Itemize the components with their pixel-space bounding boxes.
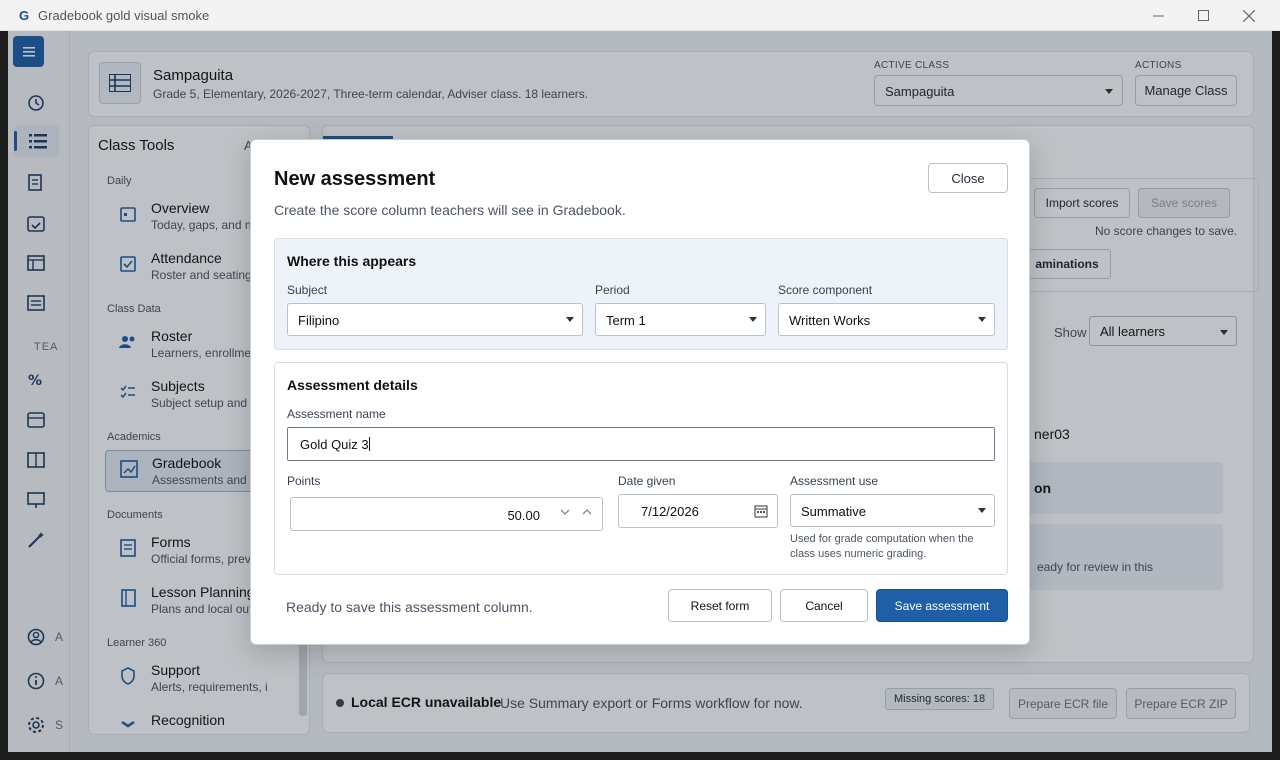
points-stepper[interactable]: 50.00 (290, 497, 603, 531)
close-button[interactable]: Close (928, 163, 1008, 193)
maximize-icon[interactable] (1180, 0, 1226, 31)
where-heading: Where this appears (287, 253, 417, 269)
close-window-icon[interactable] (1226, 0, 1272, 31)
minimize-icon[interactable] (1135, 0, 1181, 31)
assessment-use-select[interactable]: Summative (790, 494, 995, 527)
chevron-up-icon[interactable] (582, 507, 592, 517)
calendar-icon[interactable] (754, 504, 768, 518)
where-panel: Where this appears Subject Filipino Peri… (274, 238, 1008, 350)
dialog-title: New assessment (274, 168, 436, 190)
period-value: Term 1 (606, 313, 646, 328)
period-select[interactable]: Term 1 (595, 303, 766, 336)
assessment-use-label: Assessment use (790, 474, 879, 488)
score-component-value: Written Works (789, 313, 871, 328)
assessment-name-label: Assessment name (287, 407, 386, 421)
new-assessment-dialog: New assessment Create the score column t… (250, 139, 1030, 645)
dialog-description: Create the score column teachers will se… (274, 202, 626, 218)
chevron-down-icon (749, 317, 757, 322)
app-icon: G (18, 7, 30, 23)
save-assessment-button[interactable]: Save assessment (876, 589, 1008, 622)
assessment-name-input[interactable]: Gold Quiz 3 (287, 427, 995, 461)
date-given-label: Date given (618, 474, 676, 488)
date-given-picker[interactable]: 7/12/2026 (618, 494, 778, 528)
subject-select[interactable]: Filipino (287, 303, 583, 336)
chevron-down-icon (978, 317, 986, 322)
reset-form-button[interactable]: Reset form (668, 589, 772, 622)
assessment-name-value: Gold Quiz 3 (300, 437, 369, 452)
dialog-status: Ready to save this assessment column. (286, 599, 533, 615)
chevron-down-icon (978, 508, 986, 513)
details-panel: Assessment details Assessment name Gold … (274, 362, 1008, 575)
assessment-use-help: Used for grade computation when the clas… (790, 533, 974, 560)
text-caret (368, 437, 370, 451)
assessment-use-value: Summative (801, 504, 867, 519)
points-label: Points (287, 474, 321, 488)
date-given-value: 7/12/2026 (641, 504, 699, 519)
points-value: 50.00 (507, 508, 540, 523)
score-component-label: Score component (778, 283, 873, 297)
subject-label: Subject (287, 283, 328, 297)
chevron-down-icon (566, 317, 574, 322)
period-label: Period (595, 283, 630, 297)
score-component-select[interactable]: Written Works (778, 303, 995, 336)
window-title: Gradebook gold visual smoke (38, 7, 210, 23)
window-titlebar: G Gradebook gold visual smoke (0, 0, 1280, 31)
chevron-down-icon[interactable] (560, 507, 570, 517)
details-heading: Assessment details (287, 377, 418, 393)
subject-value: Filipino (298, 313, 340, 328)
cancel-button[interactable]: Cancel (780, 589, 868, 622)
